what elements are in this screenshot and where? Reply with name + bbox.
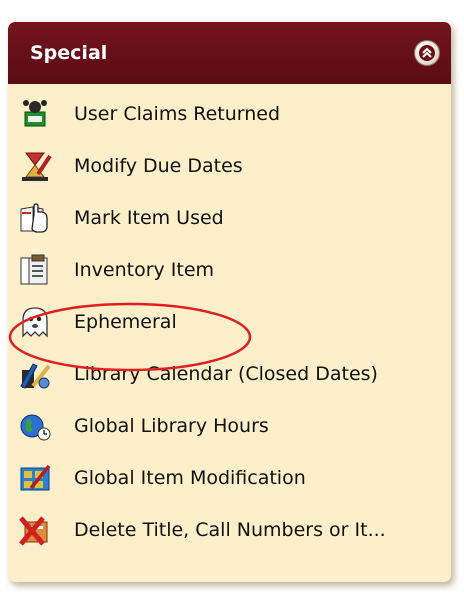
menu-item-label: Mark Item Used xyxy=(74,207,224,229)
menu-item-label: User Claims Returned xyxy=(74,103,281,125)
menu-item-label: Inventory Item xyxy=(74,259,215,281)
panel-title: Special xyxy=(30,42,108,64)
menu-item-label: Delete Title, Call Numbers or It... xyxy=(74,519,386,541)
double-chevron-up-icon xyxy=(419,45,435,61)
menu-item-label: Global Library Hours xyxy=(74,415,269,437)
menu-item-global-item-modification[interactable]: Global Item Modification xyxy=(8,452,451,504)
menu-item-modify-due-dates[interactable]: Modify Due Dates xyxy=(8,140,451,192)
collapse-button[interactable] xyxy=(414,40,440,66)
menu-item-label: Global Item Modification xyxy=(74,467,306,489)
hand-book-icon xyxy=(20,203,48,233)
global-modify-icon xyxy=(20,464,51,491)
highlight-ellipse xyxy=(8,302,252,372)
claims-returned-icon xyxy=(23,100,47,127)
inventory-book-icon xyxy=(20,254,48,285)
delete-icon xyxy=(19,516,48,546)
menu-item-global-library-hours[interactable]: Global Library Hours xyxy=(8,400,451,452)
globe-clock-icon xyxy=(20,414,51,441)
menu-item-delete-title[interactable]: Delete Title, Call Numbers or It... xyxy=(8,504,451,556)
panel-header: Special xyxy=(8,22,451,84)
menu-item-mark-item-used[interactable]: Mark Item Used xyxy=(8,192,451,244)
menu-item-label: Modify Due Dates xyxy=(74,155,243,177)
menu-item-inventory-item[interactable]: Inventory Item xyxy=(8,244,451,296)
due-date-icon xyxy=(22,152,52,181)
menu-item-user-claims-returned[interactable]: User Claims Returned xyxy=(8,88,451,140)
